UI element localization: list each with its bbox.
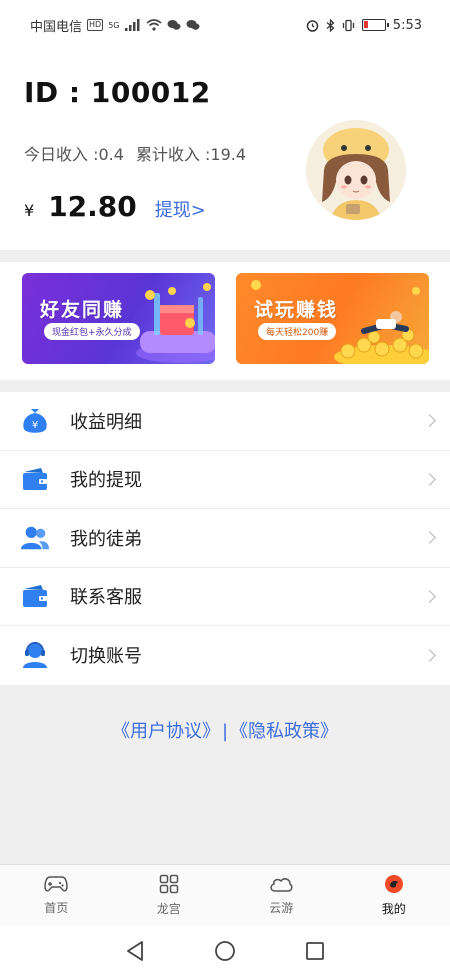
trial-banner-title: 试玩赚钱	[254, 299, 339, 321]
status-right: 5:53	[306, 18, 422, 33]
chevron-right-icon	[423, 531, 436, 545]
promo-banner-area: 好友同赚 现金红包+永久分成 试玩赚钱 每天轻松200赚	[0, 262, 450, 380]
gamepad-icon	[44, 876, 69, 892]
tab-home[interactable]: 首页	[0, 865, 113, 926]
chevron-right-icon	[423, 648, 436, 662]
agreement-links: 《用户协议》 | 《隐私政策》	[0, 717, 450, 743]
menu-item-income-details[interactable]: ¥ 收益明细	[0, 392, 450, 451]
battery-icon	[361, 19, 389, 31]
status-bar: 中国电信 HD 5G 5:53	[0, 0, 450, 50]
grid-icon	[159, 874, 178, 894]
chevron-right-icon	[423, 414, 436, 428]
bottom-tab-bar: 首页 龙宫 云游 我的	[0, 864, 450, 926]
home-icon[interactable]	[214, 940, 236, 962]
network-type: 5G	[108, 20, 120, 30]
profile-card: ID : 100012 今日收入 :0.4 累计收入 :19.4 ¥ 12.80…	[0, 50, 450, 250]
wechat-icon	[167, 20, 180, 30]
menu-label-contact-support: 联系客服	[70, 587, 142, 609]
invite-friends-banner[interactable]: 好友同赚 现金红包+永久分成	[22, 273, 215, 364]
users-icon	[20, 523, 50, 553]
wallet-icon	[20, 581, 50, 611]
invite-banner-subtitle: 现金红包+永久分成	[44, 323, 140, 340]
wifi-icon	[145, 19, 162, 31]
menu-item-switch-account[interactable]: 切换账号	[0, 626, 450, 685]
clock-time: 5:53	[392, 17, 422, 33]
menu-label-switch-account: 切换账号	[70, 646, 142, 668]
tab-label-mine: 我的	[381, 902, 406, 916]
settings-menu: ¥ 收益明细 我的提现 我的徒弟 联系客服 切换账号	[0, 392, 450, 685]
signal-icon	[124, 19, 139, 31]
menu-item-my-apprentices[interactable]: 我的徒弟	[0, 509, 450, 568]
wechat-icon-2	[186, 20, 199, 30]
currency-symbol: ¥	[24, 201, 35, 220]
status-left: 中国电信 HD 5G	[30, 16, 200, 35]
balance-row: ¥ 12.80 提现>	[24, 190, 206, 223]
cloud-icon	[270, 878, 293, 892]
user-id: ID : 100012	[24, 76, 211, 109]
trial-play-banner[interactable]: 试玩赚钱 每天轻松200赚	[236, 273, 429, 364]
user-agreement-link[interactable]: 《用户协议》	[112, 721, 220, 742]
chevron-right-icon	[423, 472, 436, 486]
agreement-separator: |	[221, 721, 229, 742]
system-nav-bar	[0, 926, 450, 975]
balance-amount: 12.80	[48, 190, 137, 223]
svg-text:¥: ¥	[32, 420, 38, 431]
invite-banner-title: 好友同赚	[40, 299, 125, 321]
money-bag-icon: ¥	[20, 406, 50, 436]
recent-apps-icon[interactable]	[305, 941, 325, 961]
privacy-policy-link[interactable]: 《隐私政策》	[230, 721, 338, 742]
tab-mine[interactable]: 我的	[338, 865, 450, 926]
total-income: 累计收入 :19.4	[135, 145, 247, 164]
wallet-icon	[20, 464, 50, 494]
income-row: 今日收入 :0.4 累计收入 :19.4	[24, 141, 246, 165]
support-agent-icon	[20, 640, 50, 670]
alarm-icon	[306, 19, 319, 32]
avatar-illustration	[306, 120, 406, 220]
trial-banner-subtitle: 每天轻松200赚	[258, 323, 337, 340]
profile-icon	[384, 875, 403, 893]
withdraw-link[interactable]: 提现>	[155, 196, 206, 222]
tab-dragon-palace[interactable]: 龙宫	[113, 865, 226, 926]
menu-item-my-withdrawals[interactable]: 我的提现	[0, 451, 450, 509]
hd-badge: HD	[87, 19, 104, 31]
tab-label-cloud-play: 云游	[269, 901, 294, 915]
avatar[interactable]	[306, 120, 406, 220]
chevron-right-icon	[423, 589, 436, 603]
tab-label-dragon-palace: 龙宫	[156, 902, 181, 916]
menu-label-my-withdrawals: 我的提现	[70, 470, 142, 492]
menu-item-contact-support[interactable]: 联系客服	[0, 568, 450, 626]
tab-cloud-play[interactable]: 云游	[225, 865, 338, 926]
today-income: 今日收入 :0.4	[24, 145, 124, 164]
bluetooth-icon	[326, 18, 335, 32]
tab-label-home: 首页	[44, 901, 69, 915]
vibrate-icon	[342, 19, 354, 31]
back-icon[interactable]	[125, 940, 145, 962]
carrier-name: 中国电信	[30, 19, 83, 35]
menu-label-my-apprentices: 我的徒弟	[70, 528, 142, 550]
menu-label-income-details: 收益明细	[70, 411, 142, 433]
